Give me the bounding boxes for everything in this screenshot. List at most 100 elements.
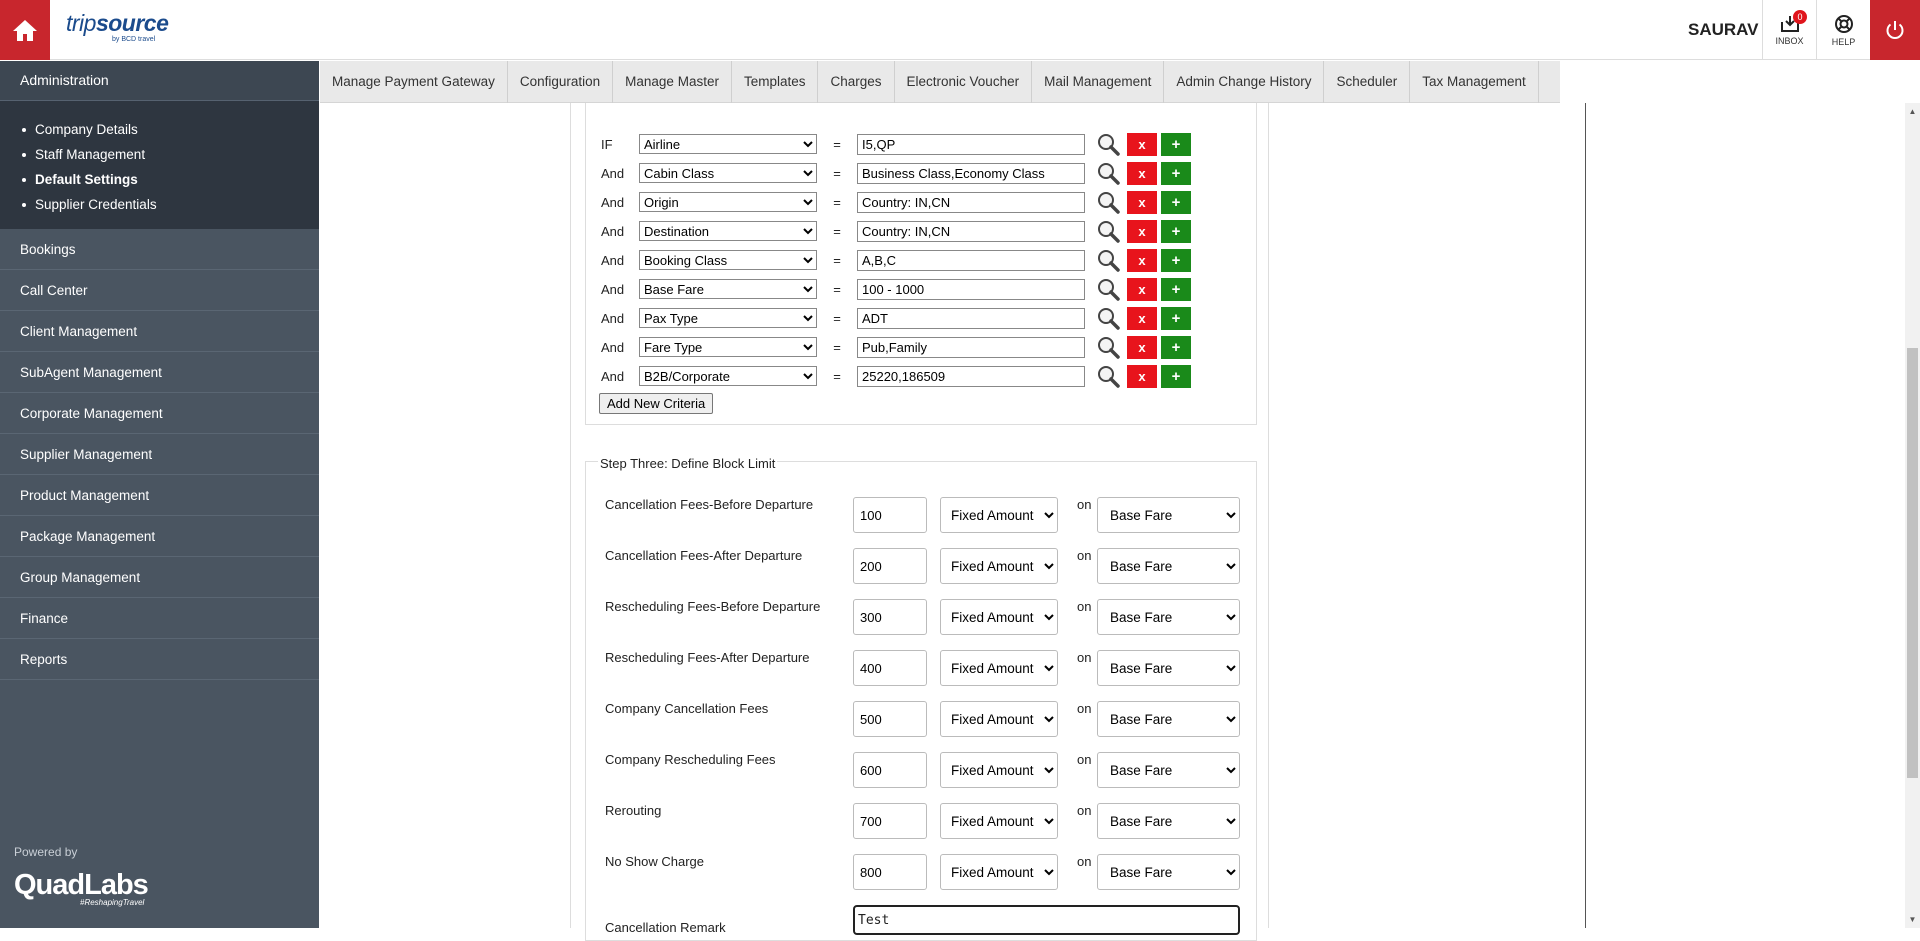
sidebar-item-default-settings[interactable]: Default Settings (22, 167, 319, 192)
fee-base-select[interactable]: Base Fare (1097, 497, 1240, 533)
fee-value-input[interactable] (853, 599, 927, 635)
add-criteria-button[interactable]: + (1161, 219, 1191, 243)
sidebar-item-corporate-management[interactable]: Corporate Management (0, 393, 319, 434)
remove-criteria-button[interactable]: x (1127, 190, 1157, 214)
tab-scheduler[interactable]: Scheduler (1324, 61, 1411, 103)
sidebar-item-group-management[interactable]: Group Management (0, 557, 319, 598)
sidebar-item-company-details[interactable]: Company Details (22, 117, 319, 142)
sidebar-item-finance[interactable]: Finance (0, 598, 319, 639)
criteria-value-input[interactable] (857, 365, 1085, 387)
search-icon[interactable] (1093, 248, 1123, 272)
fee-base-select[interactable]: Base Fare (1097, 803, 1240, 839)
fee-base-select[interactable]: Base Fare (1097, 701, 1240, 737)
inbox-button[interactable]: 0 INBOX (1762, 0, 1816, 60)
criteria-field-select[interactable]: Origin (639, 192, 817, 212)
sidebar-item-reports[interactable]: Reports (0, 639, 319, 680)
tripsource-logo[interactable]: tripsource by BCD travel (66, 10, 169, 43)
add-criteria-button[interactable]: + (1161, 132, 1191, 156)
add-criteria-button[interactable]: + (1161, 277, 1191, 301)
criteria-value-input[interactable] (857, 133, 1085, 155)
fee-type-select[interactable]: Fixed Amount (940, 599, 1058, 635)
tab-manage-payment-gateway[interactable]: Manage Payment Gateway (320, 61, 508, 103)
fee-type-select[interactable]: Fixed Amount (940, 701, 1058, 737)
add-criteria-button[interactable]: + (1161, 335, 1191, 359)
criteria-value-input[interactable] (857, 278, 1085, 300)
fee-base-select[interactable]: Base Fare (1097, 752, 1240, 788)
tab-tax-management[interactable]: Tax Management (1410, 61, 1539, 103)
fee-value-input[interactable] (853, 701, 927, 737)
add-criteria-button[interactable]: + (1161, 248, 1191, 272)
fee-type-select[interactable]: Fixed Amount (940, 650, 1058, 686)
criteria-field-select[interactable]: Airline (639, 134, 817, 154)
user-name[interactable]: SAURAV (1688, 20, 1759, 40)
fee-type-select[interactable]: Fixed Amount (940, 497, 1058, 533)
sidebar-item-subagent-management[interactable]: SubAgent Management (0, 352, 319, 393)
cancellation-remark-input[interactable]: Test (853, 905, 1240, 935)
scroll-thumb[interactable] (1907, 348, 1918, 778)
sidebar-item-bookings[interactable]: Bookings (0, 229, 319, 270)
fee-value-input[interactable] (853, 497, 927, 533)
add-new-criteria-button[interactable]: Add New Criteria (599, 393, 714, 414)
remove-criteria-button[interactable]: x (1127, 132, 1157, 156)
add-criteria-button[interactable]: + (1161, 364, 1191, 388)
sidebar-administration[interactable]: Administration (0, 61, 319, 101)
search-icon[interactable] (1093, 190, 1123, 214)
search-icon[interactable] (1093, 335, 1123, 359)
criteria-field-select[interactable]: Destination (639, 221, 817, 241)
criteria-value-input[interactable] (857, 162, 1085, 184)
help-button[interactable]: HELP (1816, 0, 1870, 60)
sidebar-item-supplier-management[interactable]: Supplier Management (0, 434, 319, 475)
criteria-value-input[interactable] (857, 307, 1085, 329)
add-criteria-button[interactable]: + (1161, 190, 1191, 214)
fee-type-select[interactable]: Fixed Amount (940, 548, 1058, 584)
tab-manage-master[interactable]: Manage Master (613, 61, 732, 103)
criteria-value-input[interactable] (857, 191, 1085, 213)
tab-templates[interactable]: Templates (732, 61, 819, 103)
sidebar-item-product-management[interactable]: Product Management (0, 475, 319, 516)
fee-value-input[interactable] (853, 752, 927, 788)
fee-type-select[interactable]: Fixed Amount (940, 752, 1058, 788)
home-button[interactable] (0, 0, 50, 60)
search-icon[interactable] (1093, 306, 1123, 330)
search-icon[interactable] (1093, 277, 1123, 301)
logout-button[interactable] (1870, 0, 1920, 60)
sidebar-item-call-center[interactable]: Call Center (0, 270, 319, 311)
remove-criteria-button[interactable]: x (1127, 306, 1157, 330)
fee-base-select[interactable]: Base Fare (1097, 854, 1240, 890)
remove-criteria-button[interactable]: x (1127, 277, 1157, 301)
tab-charges[interactable]: Charges (818, 61, 895, 103)
fee-type-select[interactable]: Fixed Amount (940, 854, 1058, 890)
add-criteria-button[interactable]: + (1161, 306, 1191, 330)
criteria-field-select[interactable]: Cabin Class (639, 163, 817, 183)
fee-base-select[interactable]: Base Fare (1097, 548, 1240, 584)
criteria-field-select[interactable]: Base Fare (639, 279, 817, 299)
sidebar-item-staff-management[interactable]: Staff Management (22, 142, 319, 167)
sidebar-item-supplier-credentials[interactable]: Supplier Credentials (22, 192, 319, 217)
fee-type-select[interactable]: Fixed Amount (940, 803, 1058, 839)
criteria-value-input[interactable] (857, 220, 1085, 242)
fee-base-select[interactable]: Base Fare (1097, 650, 1240, 686)
tab-electronic-voucher[interactable]: Electronic Voucher (895, 61, 1033, 103)
remove-criteria-button[interactable]: x (1127, 248, 1157, 272)
criteria-value-input[interactable] (857, 249, 1085, 271)
search-icon[interactable] (1093, 132, 1123, 156)
tab-mail-management[interactable]: Mail Management (1032, 61, 1165, 103)
tab-admin-change-history[interactable]: Admin Change History (1164, 61, 1325, 103)
criteria-field-select[interactable]: B2B/Corporate (639, 366, 817, 386)
criteria-field-select[interactable]: Booking Class (639, 250, 817, 270)
scroll-down-icon[interactable]: ▼ (1907, 913, 1918, 925)
tab-configuration[interactable]: Configuration (508, 61, 614, 103)
add-criteria-button[interactable]: + (1161, 161, 1191, 185)
fee-value-input[interactable] (853, 548, 927, 584)
sidebar-item-client-management[interactable]: Client Management (0, 311, 319, 352)
fee-value-input[interactable] (853, 650, 927, 686)
remove-criteria-button[interactable]: x (1127, 364, 1157, 388)
fee-value-input[interactable] (853, 854, 927, 890)
fee-value-input[interactable] (853, 803, 927, 839)
search-icon[interactable] (1093, 161, 1123, 185)
remove-criteria-button[interactable]: x (1127, 219, 1157, 243)
scroll-up-icon[interactable]: ▲ (1907, 105, 1918, 117)
search-icon[interactable] (1093, 364, 1123, 388)
remove-criteria-button[interactable]: x (1127, 161, 1157, 185)
criteria-field-select[interactable]: Fare Type (639, 337, 817, 357)
